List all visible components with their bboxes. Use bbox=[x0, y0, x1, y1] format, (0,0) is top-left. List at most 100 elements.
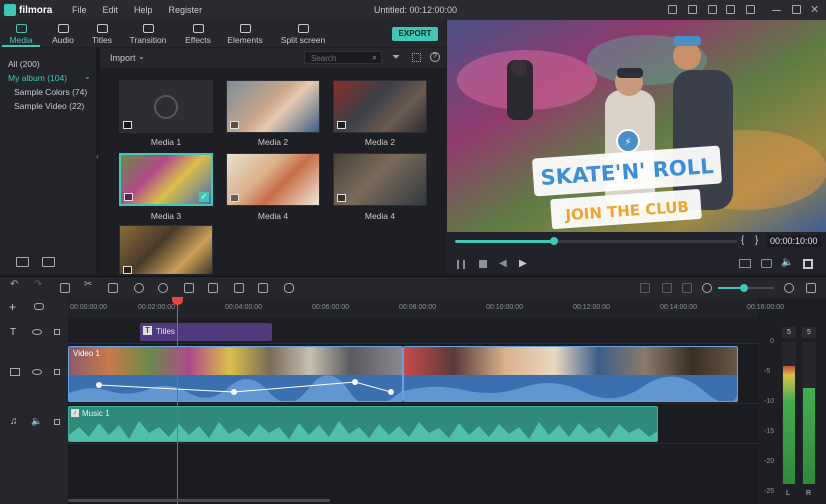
tab-audio[interactable]: Audio bbox=[44, 20, 82, 47]
ruler-tick: 00:00:00:00 bbox=[70, 304, 107, 311]
media-thumb-3[interactable] bbox=[333, 80, 427, 133]
shield-icon[interactable] bbox=[662, 283, 672, 293]
scrubber-handle[interactable] bbox=[549, 237, 558, 245]
album-all[interactable]: All (200) bbox=[8, 59, 40, 69]
ruler-tick: 00:08:00:00 bbox=[399, 304, 436, 311]
mix-icon[interactable] bbox=[682, 283, 692, 293]
media-thumb-7[interactable] bbox=[119, 225, 213, 274]
preview-scrubber[interactable] bbox=[455, 237, 737, 245]
video-track-icon bbox=[10, 368, 20, 376]
delete-icon[interactable] bbox=[60, 283, 70, 293]
minimize-icon[interactable] bbox=[772, 5, 781, 11]
media-thumb-6[interactable] bbox=[333, 153, 427, 206]
zoom-slider[interactable] bbox=[718, 284, 774, 292]
keyframe-handle[interactable] bbox=[352, 379, 358, 385]
lock-icon[interactable] bbox=[54, 419, 60, 425]
menu-help[interactable]: Help bbox=[134, 5, 153, 15]
tab-elements[interactable]: Elements bbox=[224, 20, 266, 47]
render-preview-icon[interactable] bbox=[739, 259, 751, 268]
open-folder-icon[interactable] bbox=[42, 257, 55, 267]
stop-icon[interactable] bbox=[479, 260, 487, 268]
keyframe-handle[interactable] bbox=[231, 389, 237, 395]
undo-icon[interactable]: ↶ bbox=[10, 279, 20, 293]
search-icon[interactable]: ⌕ bbox=[372, 52, 377, 63]
eye-icon[interactable] bbox=[32, 329, 42, 335]
collapse-arrow-icon[interactable]: ‹ bbox=[96, 152, 99, 161]
eye-icon[interactable] bbox=[32, 369, 42, 375]
pause-icon[interactable] bbox=[457, 260, 465, 269]
crop-icon[interactable] bbox=[108, 283, 118, 293]
new-folder-icon[interactable] bbox=[16, 257, 29, 267]
volume-icon[interactable]: 🔈 bbox=[781, 257, 793, 268]
album-sample-video[interactable]: Sample Video (22) bbox=[14, 101, 84, 111]
help-icon[interactable]: ? bbox=[430, 52, 440, 62]
album-sample-colors[interactable]: Sample Colors (74) bbox=[14, 87, 87, 97]
keyframe-handle[interactable] bbox=[96, 382, 102, 388]
lock-icon[interactable] bbox=[54, 329, 60, 335]
add-track-icon[interactable]: + bbox=[9, 300, 16, 314]
tab-split-screen[interactable]: Split screen bbox=[278, 20, 328, 47]
preview-frame: ⚡ SKATE'N' ROLL JOIN THE CLUB bbox=[447, 20, 826, 232]
mark-out-icon[interactable]: } bbox=[755, 235, 758, 246]
menu-file[interactable]: File bbox=[72, 5, 87, 15]
import-button[interactable]: Import bbox=[110, 53, 136, 63]
grid-view-icon[interactable] bbox=[412, 53, 421, 62]
snapshot-icon[interactable] bbox=[761, 259, 772, 268]
color-icon[interactable] bbox=[158, 283, 168, 293]
play-icon[interactable]: ▶ bbox=[519, 258, 527, 269]
adjust-icon[interactable] bbox=[234, 283, 244, 293]
video-clip-1[interactable]: Video 1 bbox=[68, 346, 403, 402]
keyframe-handle[interactable] bbox=[388, 389, 394, 395]
save-icon[interactable] bbox=[708, 5, 717, 14]
marker-icon[interactable] bbox=[640, 283, 650, 293]
cart-icon[interactable] bbox=[688, 5, 697, 14]
menu-register[interactable]: Register bbox=[169, 5, 203, 15]
zoom-slider-handle[interactable] bbox=[740, 284, 748, 292]
maximize-icon[interactable] bbox=[792, 5, 801, 14]
title-clip-label: Titles bbox=[156, 327, 175, 336]
import-chevron-icon[interactable]: ⌄ bbox=[138, 52, 145, 61]
speed-icon[interactable] bbox=[134, 283, 144, 293]
account-icon[interactable] bbox=[668, 5, 677, 14]
redo-icon[interactable]: ↷ bbox=[34, 279, 44, 293]
zoom-in-icon[interactable] bbox=[784, 283, 794, 293]
zoom-out-icon[interactable] bbox=[702, 283, 712, 293]
tab-titles[interactable]: Titles bbox=[84, 20, 120, 47]
filter-icon[interactable]: ⏷ bbox=[392, 52, 400, 63]
media-thumb-1[interactable] bbox=[119, 80, 213, 133]
download-icon[interactable] bbox=[746, 5, 755, 14]
fit-timeline-icon[interactable] bbox=[806, 283, 816, 293]
video-clip-label: Video 1 bbox=[73, 349, 100, 358]
tab-media[interactable]: Media bbox=[2, 20, 40, 47]
preview-player[interactable]: ⚡ SKATE'N' ROLL JOIN THE CLUB bbox=[447, 20, 826, 232]
step-back-icon[interactable]: ◀ bbox=[499, 258, 507, 269]
chevron-down-icon[interactable]: ⌄ bbox=[84, 72, 91, 81]
tab-transition[interactable]: Transition bbox=[124, 20, 172, 47]
close-icon[interactable]: ✕ bbox=[810, 3, 819, 16]
lock-icon[interactable] bbox=[54, 369, 60, 375]
media-thumb-4[interactable]: ✓ bbox=[119, 153, 213, 206]
search-input[interactable]: Search ⌕ bbox=[304, 51, 382, 64]
video-waveform bbox=[69, 375, 402, 401]
media-thumb-5[interactable] bbox=[226, 153, 320, 206]
speaker-icon[interactable]: 🔈 bbox=[31, 416, 42, 427]
transition-icon bbox=[142, 24, 154, 33]
export-button[interactable]: EXPORT bbox=[392, 27, 438, 41]
album-my-album[interactable]: My album (104) bbox=[8, 73, 67, 83]
music-clip[interactable]: ♪ Music 1 bbox=[68, 406, 658, 442]
timeline-scrollbar[interactable] bbox=[68, 499, 330, 502]
split-icon[interactable] bbox=[208, 283, 218, 293]
export-clip-icon[interactable] bbox=[258, 283, 268, 293]
tab-effects[interactable]: Effects bbox=[178, 20, 218, 47]
mail-icon[interactable] bbox=[726, 5, 735, 14]
media-thumb-2[interactable] bbox=[226, 80, 320, 133]
link-icon[interactable] bbox=[34, 303, 44, 310]
title-clip[interactable]: T Titles bbox=[140, 323, 272, 341]
fullscreen-icon[interactable] bbox=[803, 259, 813, 269]
mark-in-icon[interactable]: { bbox=[741, 235, 744, 246]
green-screen-icon[interactable] bbox=[184, 283, 194, 293]
cut-icon[interactable]: ✂ bbox=[84, 279, 94, 293]
microphone-icon[interactable] bbox=[284, 283, 294, 293]
menu-edit[interactable]: Edit bbox=[103, 5, 119, 15]
video-clip-2[interactable] bbox=[403, 346, 738, 402]
